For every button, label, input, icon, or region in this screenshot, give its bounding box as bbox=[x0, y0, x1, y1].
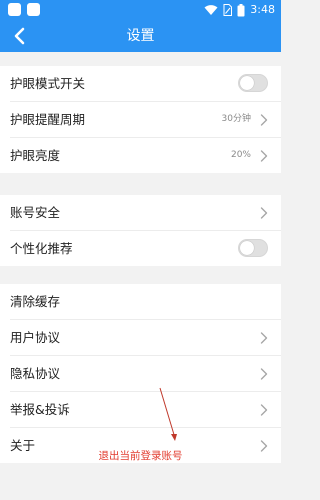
row-label: 护眼亮度 bbox=[10, 148, 61, 163]
page-title: 设置 bbox=[126, 28, 155, 44]
row-label: 隐私协议 bbox=[10, 366, 61, 381]
eye-mode-row[interactable]: 护眼模式开关 bbox=[10, 66, 281, 102]
settings-group-general: 清除缓存 用户协议 隐私协议 举报&投诉 关于 bbox=[0, 284, 281, 463]
privacy-agreement-row[interactable]: 隐私协议 bbox=[10, 356, 281, 392]
settings-group-account: 账号安全 个性化推荐 bbox=[0, 195, 281, 266]
battery-icon bbox=[237, 3, 245, 16]
clock: 3:48 bbox=[250, 3, 275, 16]
chevron-right-icon bbox=[260, 207, 268, 219]
personalized-recommendation-row[interactable]: 个性化推荐 bbox=[10, 231, 281, 266]
row-label: 账号安全 bbox=[10, 205, 61, 220]
row-label: 用户协议 bbox=[10, 330, 61, 345]
chevron-right-icon bbox=[260, 114, 268, 126]
report-complaint-row[interactable]: 举报&投诉 bbox=[10, 392, 281, 428]
user-agreement-row[interactable]: 用户协议 bbox=[10, 320, 281, 356]
row-label: 清除缓存 bbox=[10, 294, 61, 309]
row-value: 30分钟 bbox=[221, 114, 251, 124]
chevron-right-icon bbox=[260, 150, 268, 162]
row-label: 个性化推荐 bbox=[10, 241, 73, 256]
logout-button[interactable]: 退出当前登录账号 bbox=[0, 444, 281, 468]
status-bar: 3:48 bbox=[0, 0, 281, 20]
wifi-icon bbox=[204, 5, 218, 15]
toggle-knob bbox=[240, 241, 254, 255]
account-security-row[interactable]: 账号安全 bbox=[10, 195, 281, 231]
row-value: 20% bbox=[230, 150, 251, 160]
eye-reminder-period-row[interactable]: 护眼提醒周期 30分钟 bbox=[10, 102, 281, 138]
clear-cache-row[interactable]: 清除缓存 bbox=[10, 284, 281, 320]
chevron-right-icon bbox=[260, 332, 268, 344]
eye-mode-toggle[interactable] bbox=[238, 74, 268, 92]
toggle-knob bbox=[240, 76, 254, 90]
chevron-right-icon bbox=[260, 368, 268, 380]
eye-brightness-row[interactable]: 护眼亮度 20% bbox=[10, 138, 281, 173]
app-icon bbox=[8, 3, 21, 16]
row-label: 护眼模式开关 bbox=[10, 76, 86, 91]
app-icon bbox=[27, 3, 40, 16]
settings-group-eye-care: 护眼模式开关 护眼提醒周期 30分钟 护眼亮度 20% bbox=[0, 66, 281, 173]
sim-icon bbox=[223, 4, 233, 16]
personalized-recommendation-toggle[interactable] bbox=[238, 239, 268, 257]
row-label: 护眼提醒周期 bbox=[10, 112, 86, 127]
chevron-right-icon bbox=[260, 404, 268, 416]
row-label: 举报&投诉 bbox=[10, 402, 70, 417]
status-icons: 3:48 bbox=[204, 2, 275, 18]
header: 设置 bbox=[0, 20, 281, 52]
